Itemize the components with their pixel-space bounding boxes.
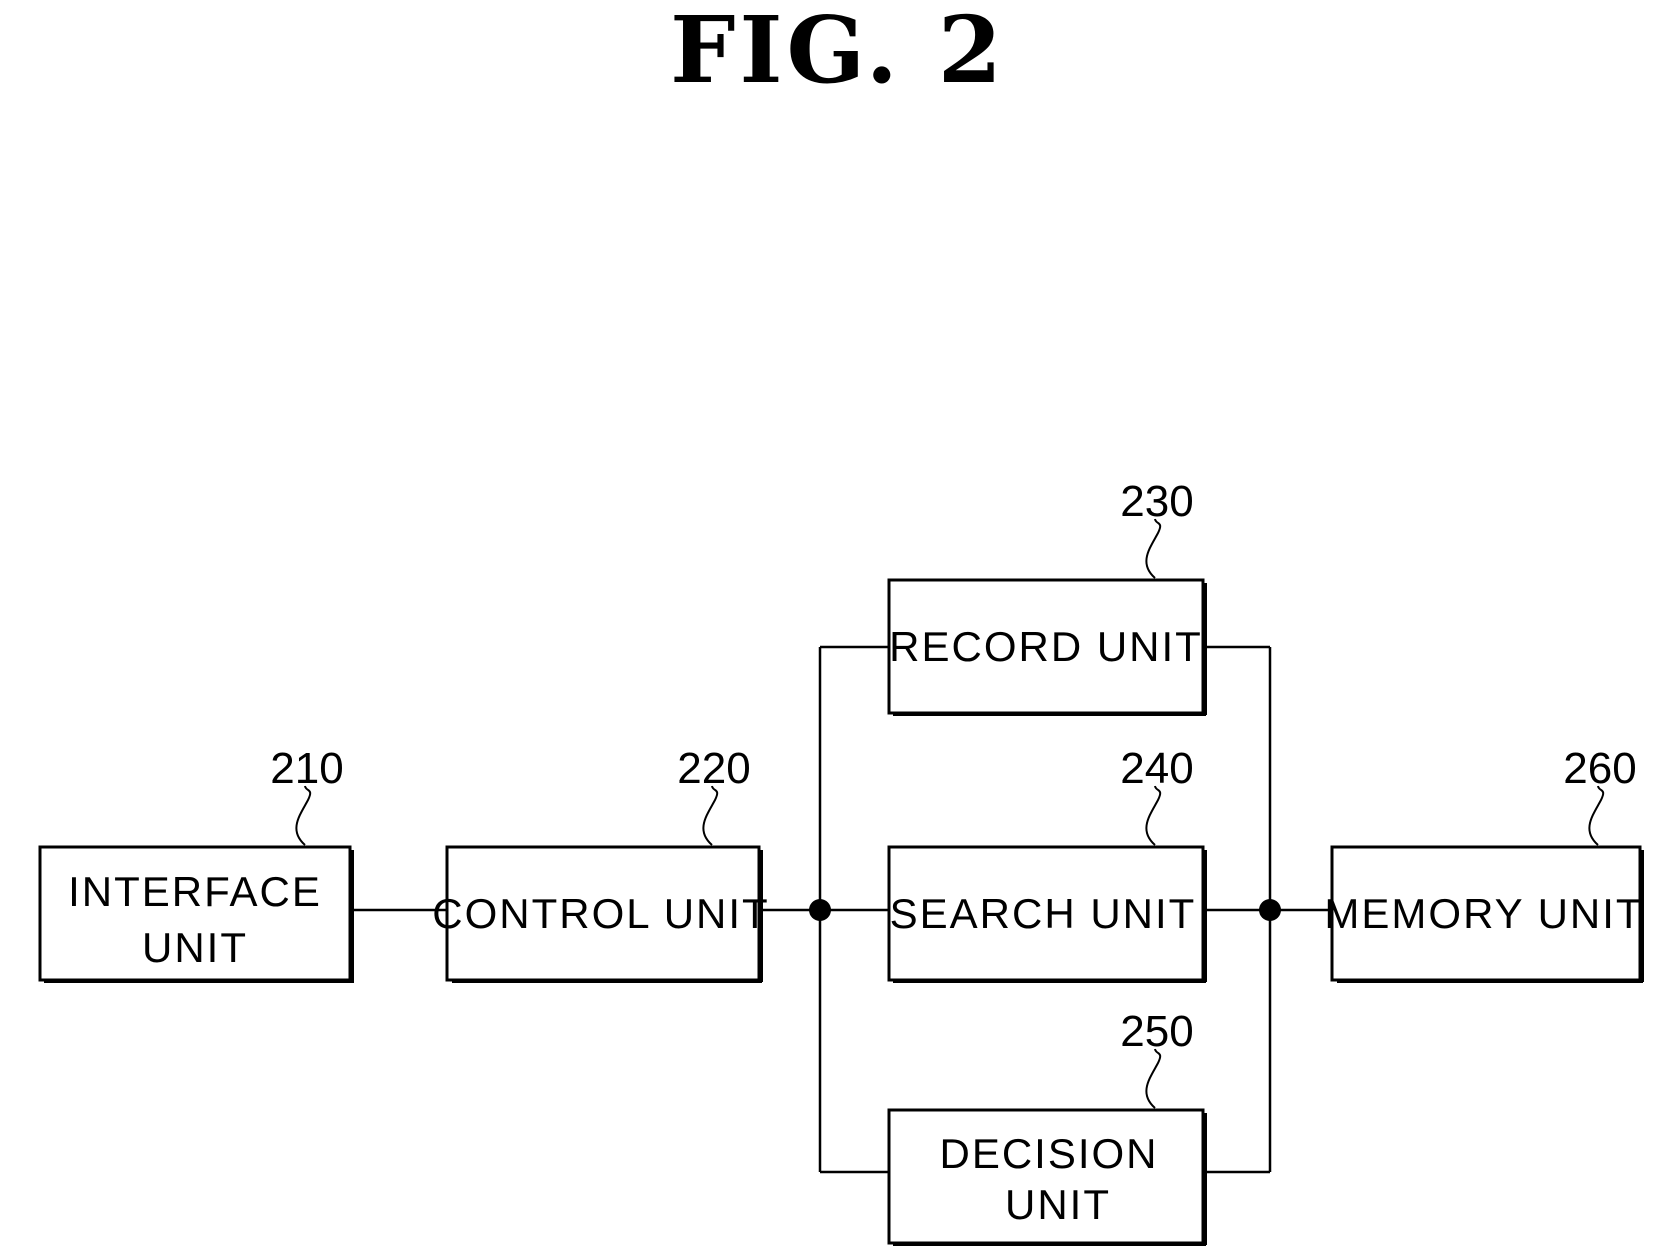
block-label: MEMORY UNIT — [1324, 890, 1643, 937]
ref-number: 240 — [1120, 744, 1193, 793]
block-label: RECORD UNIT — [889, 623, 1203, 670]
block-label: SEARCH UNIT — [890, 890, 1197, 937]
ref-leader — [1588, 785, 1605, 846]
block-memory-unit: MEMORY UNIT 260 — [1324, 744, 1644, 983]
ref-leader — [1145, 1048, 1162, 1109]
ref-leader — [702, 785, 719, 846]
block-label-line2: UNIT — [142, 924, 248, 971]
block-record-unit: RECORD UNIT 230 — [887, 477, 1207, 716]
ref-leader — [1145, 518, 1162, 579]
ref-number: 230 — [1120, 477, 1193, 526]
block-decision-unit: DECISION UNIT 250 — [887, 1007, 1207, 1246]
block-label: CONTROL UNIT — [432, 890, 769, 937]
ref-number: 250 — [1120, 1007, 1193, 1056]
ref-number: 260 — [1563, 744, 1636, 793]
block-control-unit: CONTROL UNIT 220 — [432, 744, 769, 983]
ref-leader — [295, 785, 312, 846]
block-label-line1: DECISION — [939, 1130, 1158, 1177]
ref-number: 210 — [270, 744, 343, 793]
block-search-unit: SEARCH UNIT 240 — [887, 744, 1207, 983]
junction-right — [1259, 899, 1281, 921]
block-diagram: INTERFACE UNIT 210 CONTROL UNIT 220 RECO… — [38, 477, 1644, 1246]
block-label-line1: INTERFACE — [68, 868, 322, 915]
junction-left — [809, 899, 831, 921]
ref-leader — [1145, 785, 1162, 846]
ref-number: 220 — [677, 744, 750, 793]
block-label-line2: UNIT — [1005, 1181, 1111, 1228]
block-interface-unit: INTERFACE UNIT 210 — [38, 744, 354, 983]
